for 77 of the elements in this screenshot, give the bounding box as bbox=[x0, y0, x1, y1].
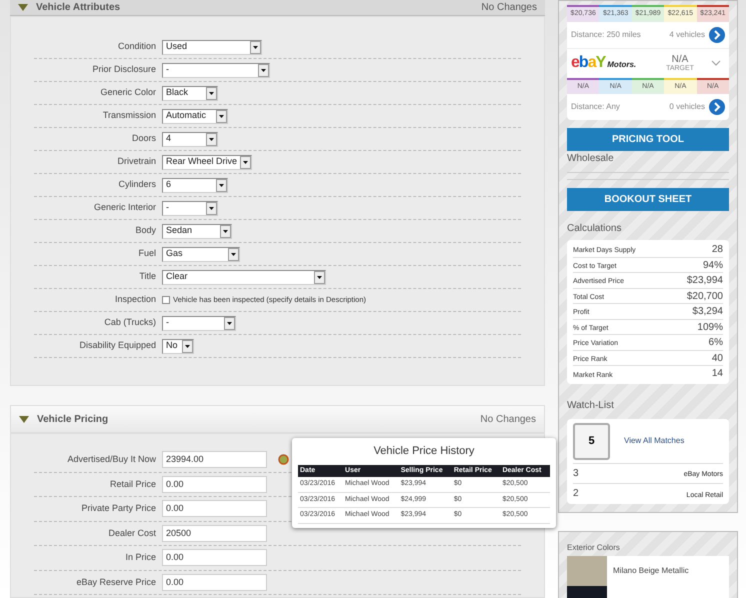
dropdown-field[interactable]: 6 bbox=[162, 178, 228, 192]
view-all-matches-link[interactable]: View All Matches bbox=[624, 435, 684, 447]
field-label: Drivetrain bbox=[116, 155, 156, 168]
pricing-tool-button[interactable]: PRICING TOOL bbox=[567, 128, 729, 151]
panel-header[interactable]: Vehicle Attributes No Changes bbox=[10, 0, 545, 16]
input-field[interactable]: 0.00 bbox=[162, 574, 267, 591]
bookout-sheet-button[interactable]: BOOKOUT SHEET bbox=[567, 188, 729, 211]
field-label: Generic Color bbox=[99, 86, 156, 100]
field-label: Cylinders bbox=[117, 178, 156, 192]
section-label: Calculations bbox=[567, 222, 622, 236]
field-label: Condition bbox=[116, 40, 156, 54]
calc-value: 109% bbox=[697, 320, 723, 334]
field-label: Inspection bbox=[114, 293, 156, 306]
input-field[interactable]: 23994.00 bbox=[162, 451, 267, 468]
ebay-motors-logo: ebaYMotors. bbox=[571, 55, 638, 71]
field-label: Retail Price bbox=[108, 478, 156, 490]
distance-text: Distance: Any bbox=[571, 101, 621, 113]
input-field[interactable]: 0.00 bbox=[162, 549, 267, 566]
field-label: In Price bbox=[124, 551, 156, 564]
field-label: Private Party Price bbox=[80, 502, 156, 515]
field-label: Prior Disclosure bbox=[91, 63, 156, 76]
field-label: Dealer Cost bbox=[107, 526, 156, 540]
status-text: No Changes bbox=[481, 1, 537, 15]
dropdown-field[interactable]: 4 bbox=[162, 132, 218, 146]
field-label: Body bbox=[134, 224, 156, 238]
dropdown-field[interactable]: - bbox=[162, 200, 218, 216]
dropdown-field[interactable]: Rear Wheel Drive bbox=[162, 154, 252, 170]
distance-text: Distance: 250 miles bbox=[571, 28, 642, 40]
section-label: Wholesale bbox=[567, 151, 729, 173]
input-field[interactable]: 20500 bbox=[162, 524, 267, 542]
chevron-down-icon[interactable] bbox=[711, 60, 721, 66]
arrow-circle-icon[interactable] bbox=[709, 26, 725, 42]
history-icon[interactable] bbox=[278, 454, 289, 466]
popup-title: Vehicle Price History bbox=[372, 444, 476, 459]
dropdown-field[interactable]: Sedan bbox=[162, 224, 232, 238]
watch-count: 3 bbox=[573, 466, 579, 480]
target-value: N/A bbox=[672, 54, 688, 64]
dropdown-field[interactable]: No bbox=[162, 338, 194, 354]
arrow-circle-icon[interactable] bbox=[709, 99, 725, 115]
field-label: Title bbox=[138, 270, 156, 284]
field-label: Transmission bbox=[102, 109, 156, 122]
dropdown-field[interactable]: Used bbox=[162, 40, 262, 54]
dropdown-field[interactable]: Automatic bbox=[162, 108, 228, 124]
field-label: Fuel bbox=[137, 247, 156, 260]
calc-value: $23,994 bbox=[686, 274, 723, 288]
checkbox[interactable] bbox=[162, 296, 170, 304]
dropdown-field[interactable]: Black bbox=[162, 86, 218, 100]
calc-value: 14 bbox=[712, 367, 723, 381]
color-name: Milano Beige Metallic bbox=[613, 564, 689, 576]
field-label: Generic Interior bbox=[92, 201, 156, 214]
panel-title: Vehicle Attributes bbox=[36, 1, 122, 15]
field-label: Doors bbox=[130, 132, 156, 146]
vehicle-count: 4 vehicles bbox=[669, 28, 705, 40]
input-field[interactable]: 0.00 bbox=[162, 500, 267, 518]
section-label: Exterior Colors bbox=[567, 542, 621, 554]
calc-value: 28 bbox=[712, 243, 723, 257]
section-label: Watch-List bbox=[567, 398, 615, 412]
dropdown-field[interactable]: - bbox=[162, 316, 236, 330]
field-label: Disability Equipped bbox=[78, 339, 156, 352]
field-label: eBay Reserve Price bbox=[75, 576, 156, 589]
dropdown-field[interactable]: Gas bbox=[162, 246, 240, 262]
input-field[interactable]: 0.00 bbox=[162, 476, 267, 493]
field-label: Cab (Trucks) bbox=[103, 316, 156, 330]
calc-value: $20,700 bbox=[686, 290, 723, 304]
calc-value: 40 bbox=[712, 352, 723, 366]
dropdown-field[interactable]: Clear bbox=[162, 270, 326, 284]
calc-value: $3,294 bbox=[692, 305, 723, 319]
panel-header[interactable]: Vehicle Pricing No Changes bbox=[10, 405, 545, 433]
calc-value: 94% bbox=[702, 258, 723, 272]
watch-count: 2 bbox=[573, 486, 579, 500]
match-count: 5 bbox=[573, 422, 610, 460]
field-label: Advertised/Buy It Now bbox=[66, 453, 156, 466]
status-text: No Changes bbox=[480, 412, 536, 426]
panel-title: Vehicle Pricing bbox=[37, 412, 110, 426]
calc-value: 6% bbox=[708, 336, 723, 350]
dropdown-field[interactable]: - bbox=[162, 62, 270, 78]
vehicle-count: 0 vehicles bbox=[669, 101, 705, 113]
